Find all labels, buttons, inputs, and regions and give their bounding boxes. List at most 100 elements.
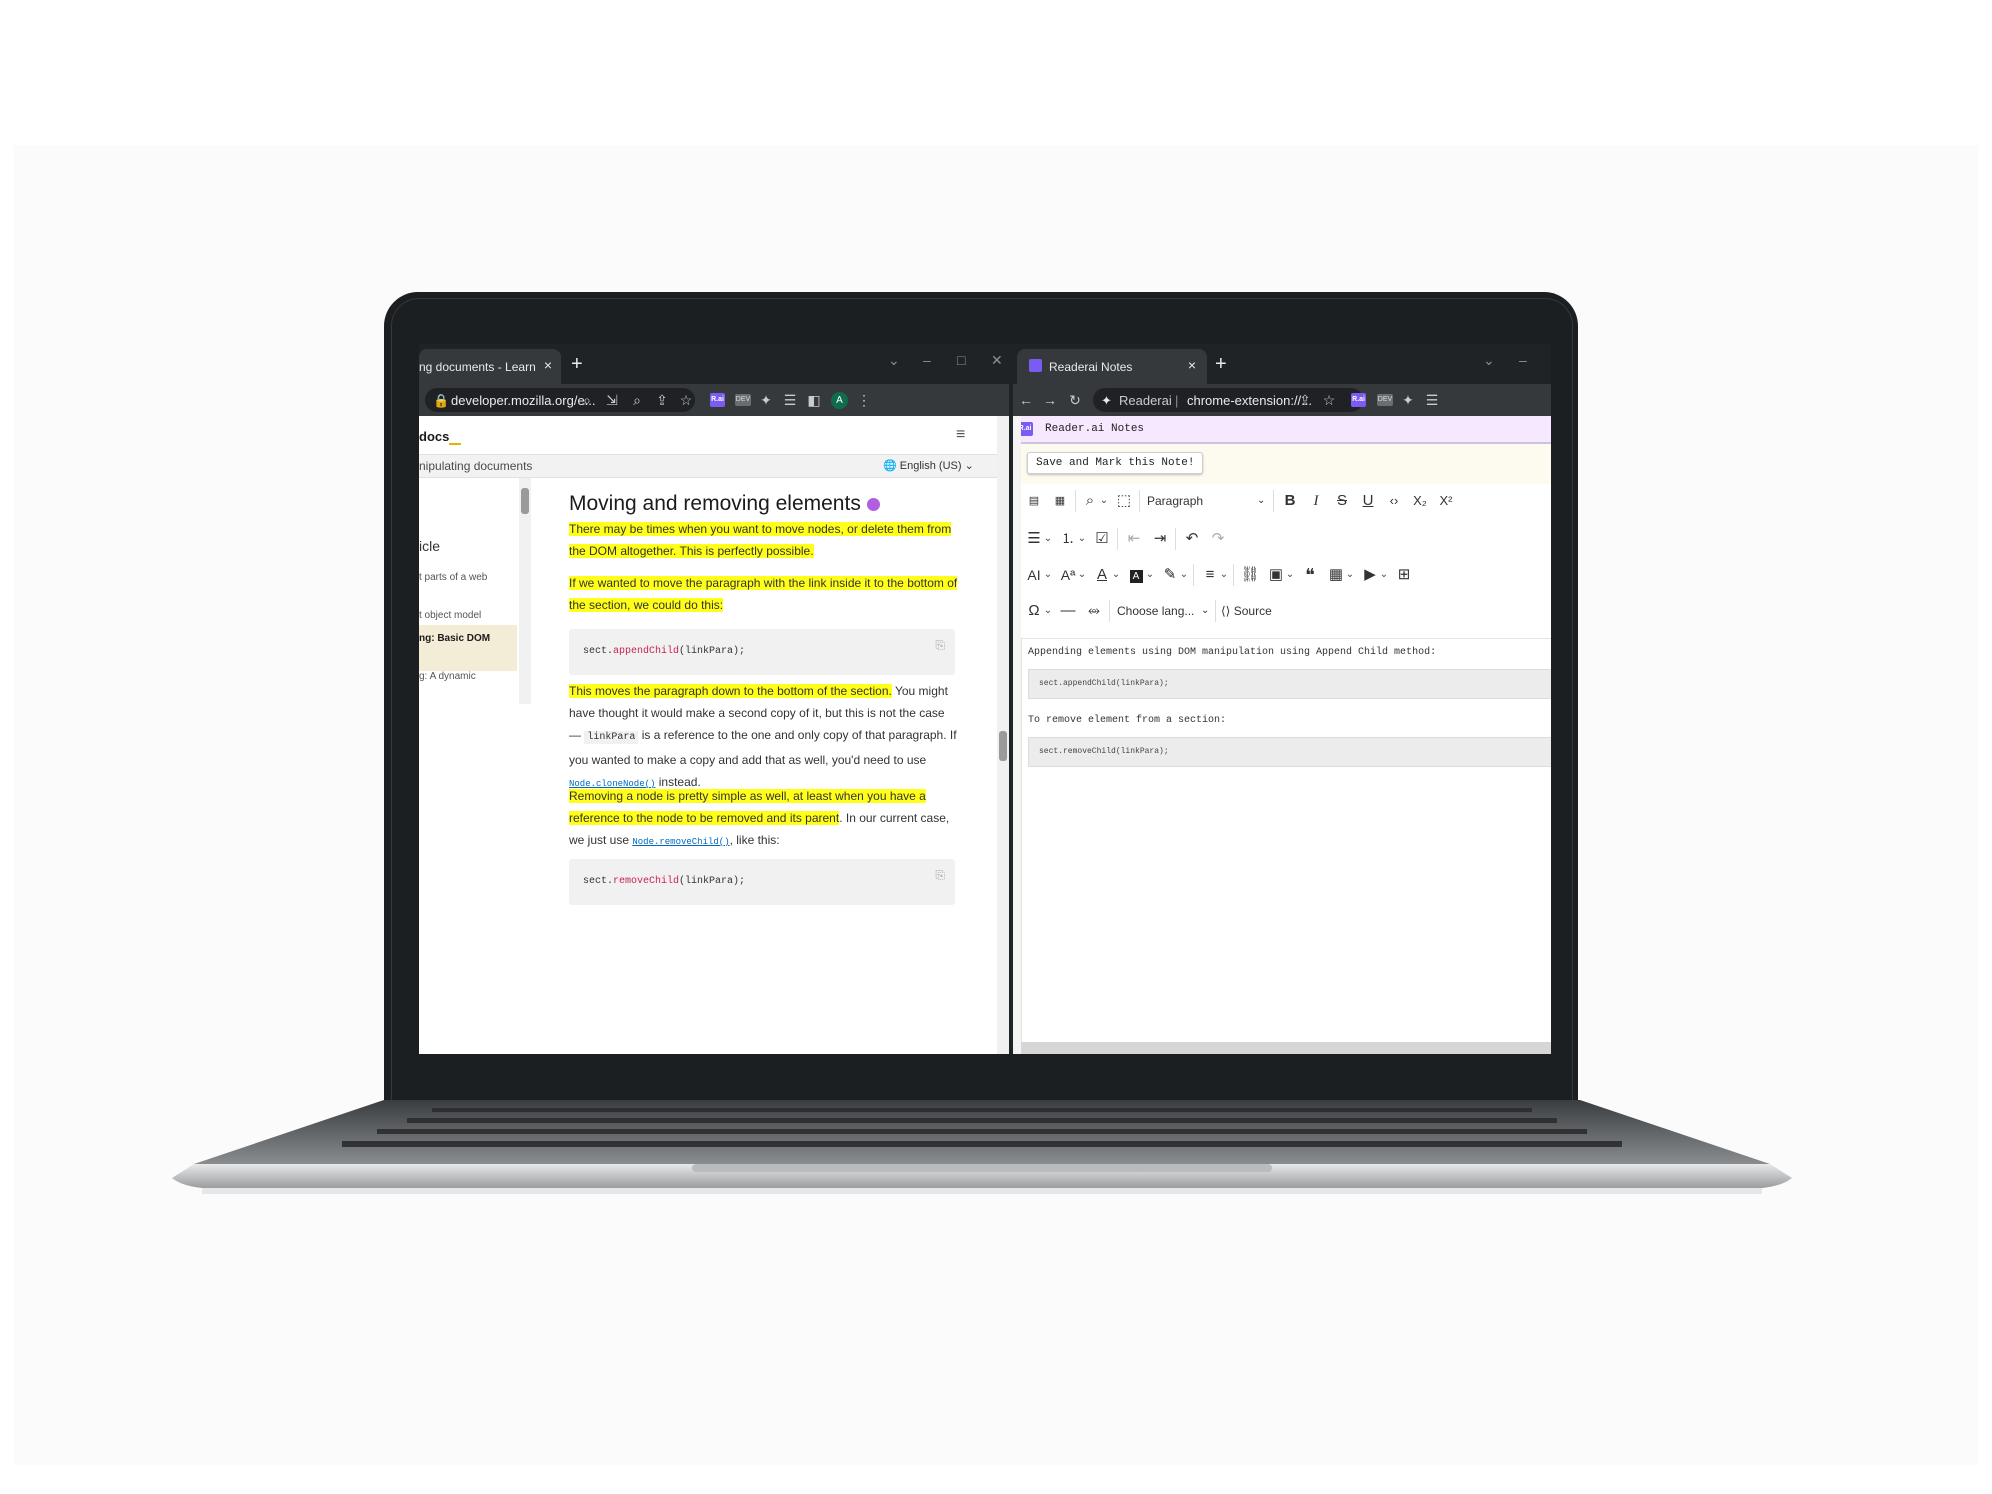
sidebar-item[interactable]: t object model [419, 610, 481, 621]
reload-icon[interactable]: ↻ [1066, 391, 1084, 409]
todo-list-icon[interactable]: ☑ [1091, 528, 1113, 550]
media-embed-icon[interactable]: ▶ [1359, 564, 1381, 586]
font-size-icon[interactable]: Aª [1057, 564, 1079, 586]
share-icon[interactable]: ⇪ [653, 391, 671, 409]
dev-extension-icon[interactable]: DEV [1377, 394, 1393, 406]
undo-icon[interactable]: ↶ [1181, 528, 1203, 550]
copy-icon[interactable]: ⎘ [935, 869, 945, 883]
puzzle-icon[interactable]: ✦ [757, 391, 775, 409]
html-embed-icon[interactable]: ⊞ [1393, 564, 1415, 586]
language-selector[interactable]: 🌐 English (US) ⌄ [883, 459, 974, 472]
code-icon[interactable]: ‹› [1383, 490, 1405, 512]
indent-icon[interactable]: ⇥ [1149, 528, 1171, 550]
blockquote-icon[interactable]: ❝ [1299, 564, 1321, 586]
italic-icon[interactable]: I [1305, 490, 1327, 512]
select-all-icon[interactable]: ⬚ [1113, 490, 1135, 512]
link-icon[interactable]: ⛓ [1239, 564, 1261, 586]
chevron-down-icon[interactable]: ⌄ [1379, 564, 1389, 586]
remove-child-link[interactable]: Node.removeChild() [632, 837, 729, 847]
chevron-down-icon[interactable]: ⌄ [1043, 600, 1053, 622]
highlight-icon[interactable]: ✎ [1159, 564, 1181, 586]
readerai-extension-icon[interactable]: R.ai [710, 393, 725, 407]
window-close-icon[interactable]: ✕ [991, 352, 1003, 369]
special-characters-icon[interactable]: Ω [1023, 600, 1045, 622]
install-icon[interactable]: ⇲ [603, 391, 621, 409]
chevron-down-icon[interactable]: ⌄ [1077, 564, 1087, 586]
reading-list-icon[interactable]: ☰ [781, 391, 799, 409]
bulleted-list-icon[interactable]: ☰ [1023, 528, 1045, 550]
avatar[interactable]: A [831, 392, 848, 409]
tab-mdn[interactable]: ng documents - Learn × [419, 349, 561, 384]
font-color-icon[interactable]: A [1091, 564, 1113, 586]
align-icon[interactable]: ≡ [1199, 564, 1221, 586]
ai-assistant-icon[interactable]: AI [1023, 564, 1045, 586]
minimize-icon[interactable]: – [1519, 352, 1527, 368]
reading-list-icon[interactable]: ☰ [1423, 391, 1441, 409]
chevron-down-icon[interactable]: ⌄ [1345, 564, 1355, 586]
zoom-icon[interactable]: ⌕ [628, 391, 646, 409]
table-icon[interactable]: ▦ [1325, 564, 1347, 586]
forward-arrow-icon[interactable]: → [1041, 391, 1059, 409]
subscript-icon[interactable]: X₂ [1409, 490, 1431, 512]
chevron-down-icon[interactable]: ⌄ [888, 352, 900, 369]
maximize-icon[interactable]: □ [957, 352, 965, 368]
chevron-down-icon[interactable]: ⌄ [1285, 564, 1295, 586]
outdent-icon[interactable]: ⇤ [1123, 528, 1145, 550]
find-replace-icon[interactable]: ⌕ [1079, 490, 1101, 512]
block-format-select[interactable]: Paragraph ⌄ [1147, 490, 1267, 512]
chevron-down-icon[interactable]: ⌄ [1077, 528, 1087, 550]
chevron-down-icon[interactable]: ⌄ [1111, 564, 1121, 586]
code-language-select[interactable]: Choose lang... ⌄ [1117, 600, 1209, 622]
export-word-icon[interactable]: ▦ [1049, 490, 1071, 512]
sidebar-item[interactable]: g: A dynamic [419, 671, 476, 682]
back-arrow-icon[interactable]: ← [1017, 391, 1035, 409]
page-scrollbar[interactable] [997, 416, 1009, 1054]
strikethrough-icon[interactable]: S [1331, 490, 1353, 512]
source-button[interactable]: ⟨⟩ Source [1221, 600, 1272, 622]
page-scroll-thumb[interactable] [999, 731, 1007, 761]
star-icon[interactable]: ☆ [1320, 391, 1338, 409]
puzzle-icon[interactable]: ✦ [1399, 391, 1417, 409]
chevron-down-icon[interactable]: ⌄ [1179, 564, 1189, 586]
save-and-mark-button[interactable]: Save and Mark this Note! [1027, 452, 1204, 474]
background-color-icon[interactable]: A [1125, 564, 1147, 586]
bold-icon[interactable]: B [1279, 490, 1301, 512]
sidebar-item[interactable]: t parts of a web [419, 572, 487, 583]
readerai-extension-icon[interactable]: R.ai [1351, 393, 1366, 407]
chevron-down-icon[interactable]: ⌄ [1483, 352, 1495, 369]
sidebar-item-active[interactable]: ng: Basic DOM [419, 633, 490, 644]
chevron-down-icon[interactable]: ⌄ [1099, 490, 1109, 512]
horizontal-line-icon[interactable]: — [1057, 600, 1079, 622]
numbered-list-icon[interactable]: ⒈ [1057, 528, 1079, 550]
editor-content[interactable]: Appending elements using DOM manipulatio… [1021, 638, 1551, 1053]
search-icon[interactable]: ⌕ [578, 391, 596, 409]
image-icon[interactable]: ▣ [1265, 564, 1287, 586]
sidebar-scroll-thumb[interactable] [521, 488, 529, 514]
underline-icon[interactable]: U [1357, 490, 1379, 512]
tab-readerai-notes[interactable]: Readerai Notes × [1017, 349, 1207, 384]
export-pdf-icon[interactable]: ▤ [1023, 490, 1045, 512]
mdn-logo[interactable]: docs [419, 429, 449, 444]
readerai-badge-icon[interactable] [866, 497, 880, 511]
share-icon[interactable]: ⇪ [1296, 391, 1314, 409]
dev-extension-icon[interactable]: DEV [735, 394, 751, 406]
breadcrumb[interactable]: nipulating documents [419, 459, 532, 473]
chevron-down-icon[interactable]: ⌄ [1145, 564, 1155, 586]
star-icon[interactable]: ☆ [677, 391, 695, 409]
chevron-down-icon[interactable]: ⌄ [1043, 528, 1053, 550]
superscript-icon[interactable]: X² [1435, 490, 1457, 512]
sidebar-scrollbar[interactable] [519, 478, 531, 704]
copy-icon[interactable]: ⎘ [935, 639, 945, 653]
page-break-icon[interactable]: ⥈ [1083, 600, 1105, 622]
horizontal-scrollbar[interactable] [1021, 1042, 1551, 1054]
minimize-icon[interactable]: – [923, 352, 931, 368]
menu-icon[interactable]: ⋮ [855, 391, 873, 409]
side-panel-icon[interactable]: ◧ [805, 391, 823, 409]
new-tab-icon[interactable]: + [1215, 354, 1227, 374]
chevron-down-icon[interactable]: ⌄ [1219, 564, 1229, 586]
new-tab-icon[interactable]: + [571, 354, 583, 374]
redo-icon[interactable]: ↷ [1207, 528, 1229, 550]
hamburger-menu-icon[interactable]: ≡ [956, 426, 965, 444]
close-icon[interactable]: × [1185, 358, 1199, 372]
notes-scrollbar[interactable] [1013, 416, 1021, 1054]
